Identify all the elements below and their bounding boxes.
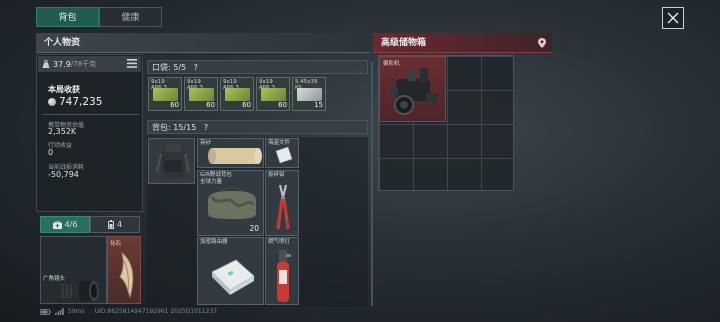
backpack-slot[interactable]: 亮纱 [197, 138, 264, 168]
ping-value: 59ms [68, 308, 85, 315]
stat-value: 2,352K [48, 127, 77, 136]
battery-status-icon [40, 308, 51, 315]
backpack-slot[interactable] [148, 138, 195, 184]
backpack-slot[interactable]: 扳碎钳 [265, 170, 299, 236]
top-tabs: 背包 健康 [36, 7, 162, 27]
divider [42, 114, 139, 115]
pocket-item[interactable]: 9x19 AP6.3 60 [220, 77, 254, 111]
location-pin-icon[interactable] [538, 38, 546, 48]
pocket-item[interactable]: 9x19 AP6.3 60 [184, 77, 218, 111]
bolt-cutter-icon [276, 184, 290, 230]
backpack-title: 背包: 15/15 [152, 123, 197, 132]
income-value-row: 747,235 [48, 96, 102, 108]
signal-icon [55, 308, 64, 315]
storage-slot-camera[interactable]: 摄影机 [379, 56, 446, 122]
wide-angle-lens-icon [59, 281, 99, 301]
battery-count: 4 [116, 220, 123, 229]
weight-bar: 37.9/78千克 [38, 56, 141, 72]
pocket-help-icon[interactable]: ? [194, 63, 198, 72]
document-icon [275, 147, 293, 164]
advanced-storage-header: 高级储物箱 [373, 33, 552, 53]
backpack-slot[interactable]: G/R野战背包 全球力量 20 [197, 170, 264, 236]
router-icon [211, 259, 255, 295]
personal-items-header: 个人物资 [36, 33, 370, 53]
equip-tabs: 4/6 4 [40, 216, 140, 233]
tab-health[interactable]: 健康 [99, 7, 162, 27]
slot-label: 化石 [110, 241, 122, 247]
item-label: 海盗文件 [268, 140, 291, 146]
income-title: 本局收获 [48, 85, 80, 94]
backpack-slot[interactable]: 海盗文件 [265, 138, 299, 168]
backpack-help-icon[interactable]: ? [204, 123, 208, 132]
income-value: 747,235 [59, 96, 103, 108]
medkit-icon [52, 220, 62, 229]
medical-count: 4/6 [64, 220, 78, 229]
uid-text: UID:8625814947192961 2025D1011237 [94, 308, 218, 315]
weight-icon [42, 60, 50, 68]
ammo-box-icon [153, 88, 178, 101]
weight-value: 37.9 [53, 59, 71, 69]
duffel-bag-icon [208, 187, 256, 219]
pocket-item[interactable]: 9x19 AP6.3 60 [256, 77, 290, 111]
ammo-box-icon [225, 88, 250, 101]
ammo-count: 60 [242, 101, 251, 109]
tab-battery[interactable]: 4 [90, 216, 140, 233]
equip-slot-lens[interactable]: 广角镜头 [40, 236, 107, 304]
coin-icon [48, 98, 56, 106]
scrollbar[interactable] [371, 62, 373, 306]
equip-slot-fossil[interactable]: 化石 [107, 236, 141, 304]
backpack-icon [156, 144, 190, 178]
item-label: 燃气喷灯 [268, 239, 291, 245]
weight-max: /78千克 [70, 60, 97, 68]
item-label: 扳碎钳 [268, 172, 285, 178]
item-label: 加密路由器 [200, 239, 228, 245]
tab-backpack[interactable]: 背包 [36, 7, 99, 27]
camera-icon [390, 67, 438, 115]
close-button[interactable] [662, 7, 684, 29]
backpack-slot[interactable]: 加密路由器 [197, 237, 264, 305]
pocket-title: 口袋: 5/5 [152, 63, 187, 72]
item-count: 20 [249, 224, 259, 233]
fabric-roll-icon [208, 148, 262, 164]
item-label: G/R野战背包 全球力量 [200, 172, 232, 185]
stat-value: -50,794 [48, 170, 79, 179]
fossil-claw-icon [119, 251, 134, 299]
pocket-item[interactable]: 5.45x39 PS 15 [292, 77, 326, 111]
advanced-storage-title: 高级储物箱 [381, 38, 427, 48]
gas-torch-icon [277, 250, 291, 302]
ammo-box-icon [261, 88, 286, 101]
list-icon[interactable] [127, 59, 137, 68]
ammo-count: 60 [206, 101, 215, 109]
ammo-count: 15 [314, 101, 323, 109]
pocket-header: 口袋: 5/5 ? [147, 60, 368, 74]
stat-value: 0 [48, 148, 54, 157]
close-icon [667, 12, 679, 24]
ammo-count: 60 [278, 101, 287, 109]
ammo-count: 60 [170, 101, 179, 109]
backpack-header: 背包: 15/15 ? [147, 120, 368, 134]
backpack-slot[interactable]: 燃气喷灯 [265, 237, 299, 305]
battery-icon [108, 220, 114, 229]
ammo-box-icon [189, 88, 214, 101]
ammo-box-icon [297, 88, 322, 101]
footer-status: 59ms UID:8625814947192961 2025D1011237 [40, 308, 217, 315]
tab-medical[interactable]: 4/6 [40, 216, 90, 233]
pocket-item[interactable]: 9x19 AP6.3 60 [148, 77, 182, 111]
